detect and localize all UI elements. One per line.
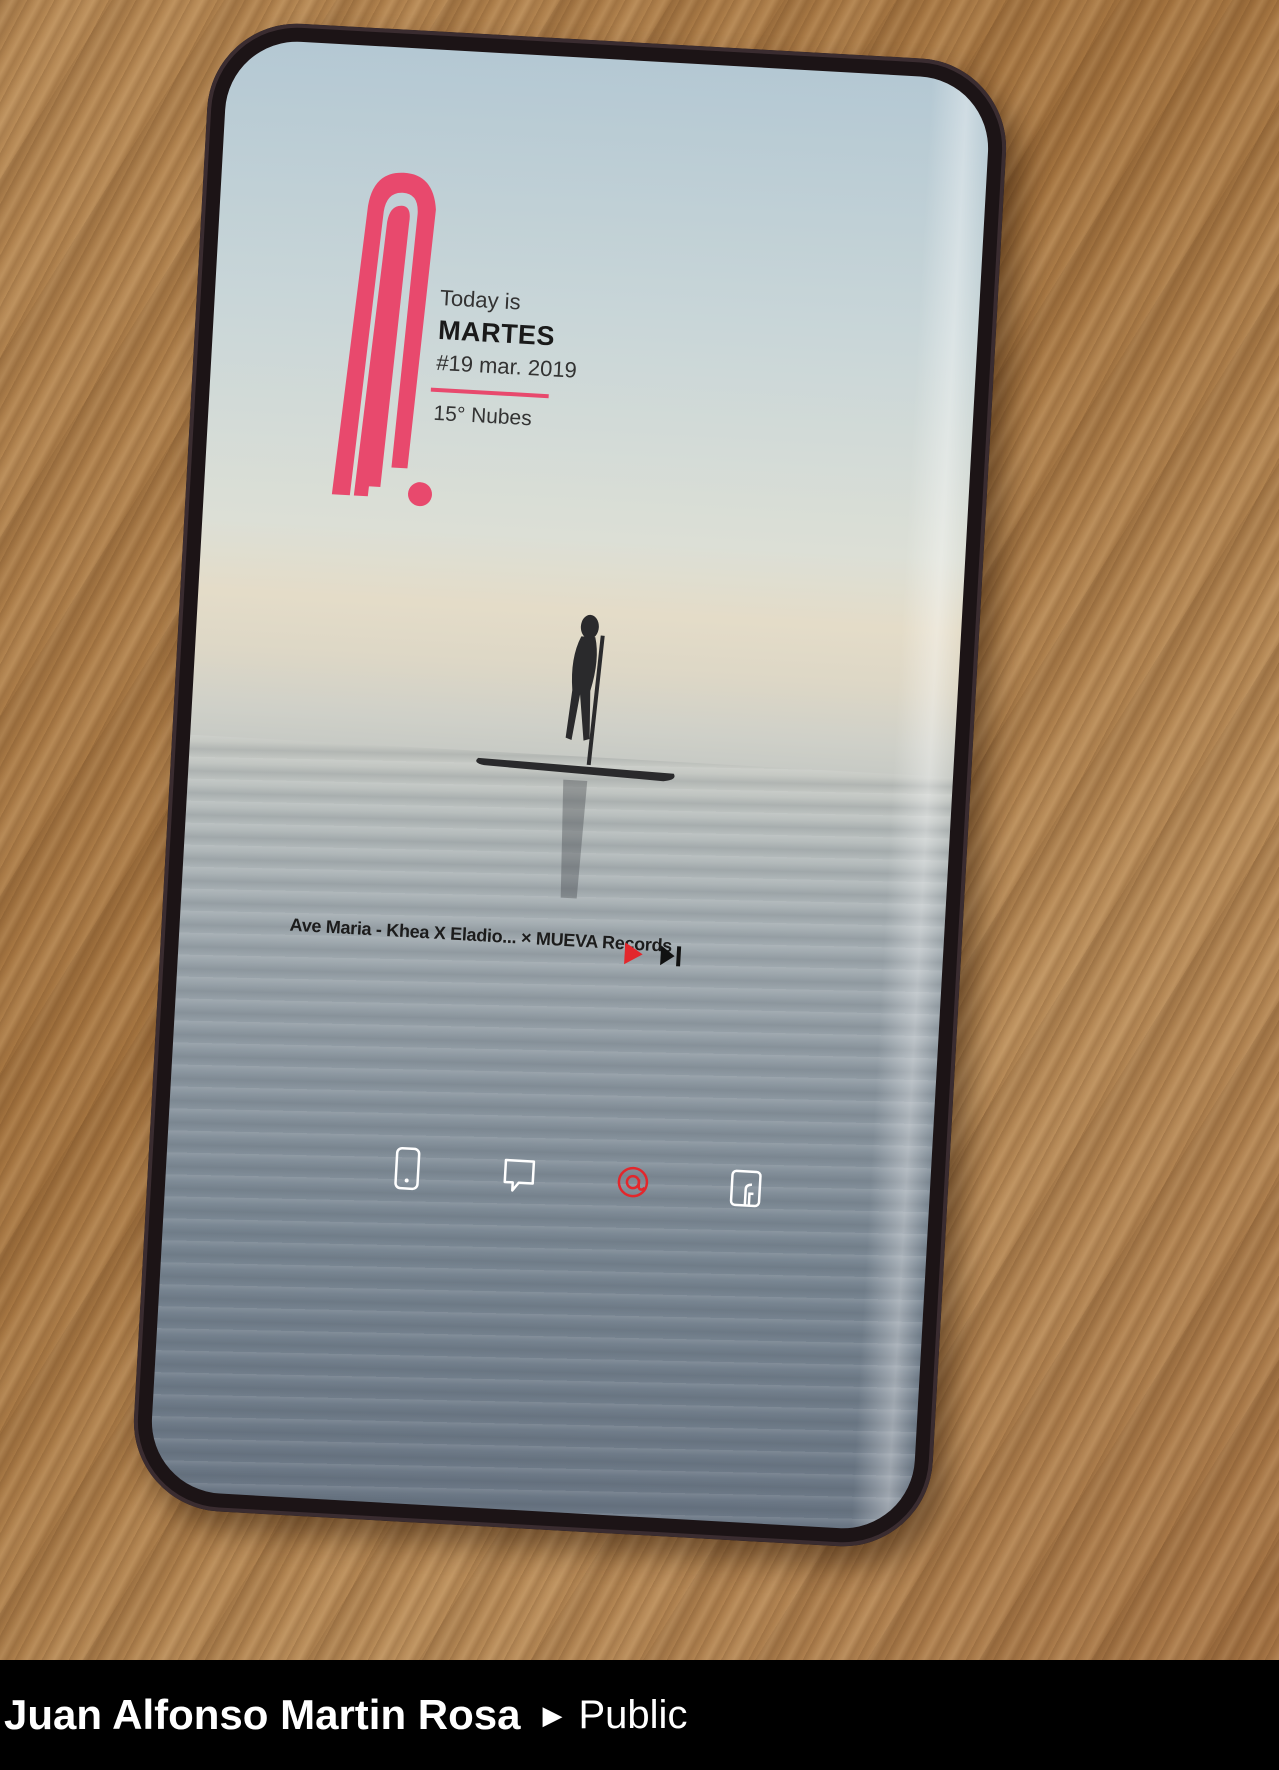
phone-icon[interactable] (385, 1143, 428, 1195)
date-text: #19 mar. 2019 (435, 349, 578, 383)
post-caption-bar: Juan Alfonso Martin Rosa ▶ Public (0, 1660, 1279, 1770)
post-photo[interactable]: Today is MARTES #19 mar. 2019 15° Nubes (0, 0, 1279, 1660)
visibility-label[interactable]: Public (579, 1693, 688, 1738)
day-name: MARTES (437, 314, 556, 352)
paddleboarder-image (476, 614, 675, 899)
date-widget: Today is MARTES #19 mar. 2019 15° Nubes (430, 285, 581, 434)
author-name[interactable]: Juan Alfonso Martin Rosa (4, 1691, 521, 1739)
facebook-icon[interactable] (724, 1162, 767, 1214)
at-sign-icon[interactable] (611, 1156, 654, 1208)
today-label: Today is (439, 285, 522, 315)
messages-icon[interactable] (498, 1150, 541, 1202)
weather-text: 15° Nubes (432, 401, 533, 431)
phone-screen: Today is MARTES #19 mar. 2019 15° Nubes (148, 37, 992, 1533)
play-icon[interactable] (618, 939, 648, 969)
skip-next-icon[interactable] (656, 941, 686, 971)
divider (430, 387, 549, 399)
phone: Today is MARTES #19 mar. 2019 15° Nubes (129, 18, 1011, 1552)
music-controls (618, 939, 685, 971)
caret-right-icon: ▶ (542, 1699, 563, 1730)
